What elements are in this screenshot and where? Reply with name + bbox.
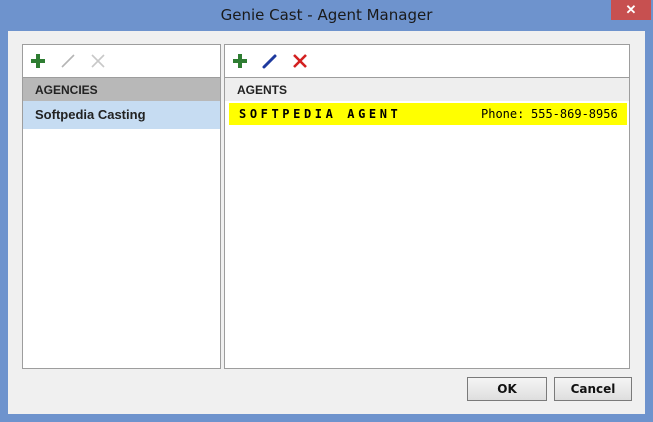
delete-agency-button[interactable] [87,50,109,72]
add-agency-button[interactable] [27,50,49,72]
delete-agent-button[interactable] [289,50,311,72]
agencies-toolbar [23,45,220,77]
close-icon: ✕ [625,2,637,17]
x-icon [91,54,105,68]
agencies-header: AGENCIES [23,77,220,101]
agencies-panel: AGENCIES Softpedia Casting [22,44,221,369]
agent-name: SOFTPEDIA AGENT [239,107,402,121]
pencil-icon [61,54,75,68]
agents-list: SOFTPEDIA AGENT Phone: 555-869-8956 [225,101,629,368]
agents-toolbar [225,45,629,77]
plus-icon [233,54,247,68]
agents-panel: AGENTS SOFTPEDIA AGENT Phone: 555-869-89… [224,44,630,369]
edit-agency-button[interactable] [57,50,79,72]
agents-header: AGENTS [225,77,629,101]
dialog-body: AGENCIES Softpedia Casting AGENTS SOFTPE… [8,31,645,414]
agency-list-item[interactable]: Softpedia Casting [23,101,220,129]
agent-phone: 555-869-8956 [531,107,618,121]
pencil-icon [262,54,277,69]
title-bar[interactable]: Genie Cast - Agent Manager ✕ [0,0,653,31]
agent-list-item[interactable]: SOFTPEDIA AGENT Phone: 555-869-8956 [229,103,627,125]
close-button[interactable]: ✕ [611,0,651,20]
agencies-list: Softpedia Casting [23,101,220,368]
cancel-button[interactable]: Cancel [554,377,632,401]
add-agent-button[interactable] [229,50,251,72]
agent-phone-label: Phone: [481,107,525,121]
plus-icon [31,54,45,68]
x-icon [293,54,307,68]
agent-manager-window: Genie Cast - Agent Manager ✕ AGENCIES So… [0,0,653,422]
window-title: Genie Cast - Agent Manager [220,6,433,24]
ok-button[interactable]: OK [467,377,547,401]
edit-agent-button[interactable] [259,50,281,72]
